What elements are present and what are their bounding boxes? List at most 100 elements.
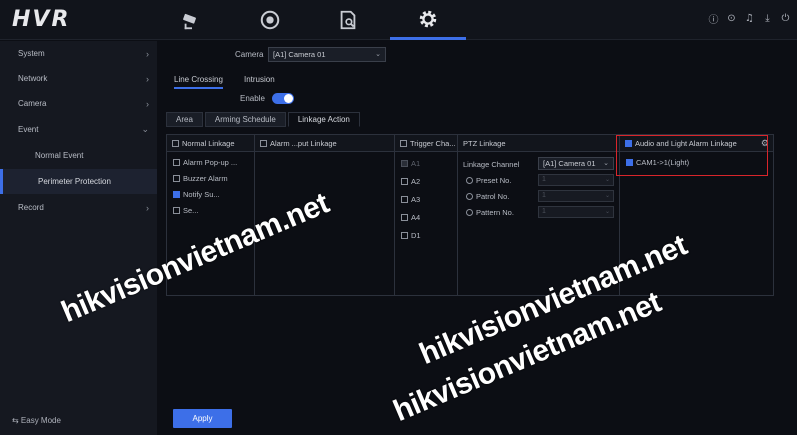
- patrol-select: 1 ⌄: [538, 190, 614, 202]
- radio-button[interactable]: [466, 176, 473, 184]
- chevron-right-icon: ›: [146, 73, 149, 84]
- pattern-row: Pattern No. 1 ⌄: [458, 205, 618, 219]
- checkbox[interactable]: [173, 158, 180, 166]
- playback-icon: [260, 10, 280, 30]
- sidebar-item-label: Network: [18, 74, 48, 83]
- subtab-area[interactable]: Area: [166, 112, 203, 127]
- alarm-popup-option[interactable]: Alarm Pop-up ...: [167, 154, 254, 170]
- preset-radio-option[interactable]: Preset No.: [466, 176, 511, 185]
- camera-select-value: [A1] Camera 01: [273, 50, 326, 59]
- apply-button[interactable]: Apply: [173, 409, 232, 428]
- linkage-channel-value: [A1] Camera 01: [543, 159, 596, 168]
- notify-surveillance-option[interactable]: Notify Su...: [167, 186, 254, 202]
- channel-a1: A1: [395, 154, 457, 172]
- channel-a2[interactable]: A2: [395, 172, 457, 190]
- easy-mode-link[interactable]: ⇆ Easy Mode: [12, 416, 61, 425]
- preset-value: 1: [542, 176, 546, 183]
- preset-select: 1 ⌄: [538, 174, 614, 186]
- channel-label: A1: [411, 158, 421, 168]
- pattern-select: 1 ⌄: [538, 206, 614, 218]
- enable-toggle[interactable]: [272, 93, 294, 104]
- nav-tab-search[interactable]: [310, 0, 386, 40]
- option-label: Alarm Pop-up ...: [183, 157, 238, 167]
- linkage-channel-select[interactable]: [A1] Camera 01 ⌄: [538, 157, 614, 170]
- chevron-down-icon: ⌄: [604, 209, 610, 215]
- bell-icon[interactable]: ♫: [744, 13, 755, 24]
- channel-label: A4: [411, 212, 421, 222]
- normal-linkage-header[interactable]: Normal Linkage: [167, 135, 254, 152]
- checkbox[interactable]: [401, 213, 408, 221]
- sidebar-item-event[interactable]: Event ⌄: [0, 117, 157, 142]
- system-icons: ⓘ ⊙ ♫ ⤓ ⏻: [708, 13, 791, 26]
- power-icon[interactable]: ⏻: [780, 13, 791, 24]
- checkbox[interactable]: [173, 206, 180, 214]
- radio-button[interactable]: [466, 192, 473, 200]
- ptz-linkage-title: PTZ Linkage: [463, 138, 506, 148]
- sidebar-item-network[interactable]: Network ›: [0, 66, 157, 91]
- sidebar-item-record[interactable]: Record ›: [0, 195, 157, 220]
- channel-label: A3: [411, 194, 421, 204]
- chevron-right-icon: ›: [146, 98, 149, 109]
- subtab-arming-schedule[interactable]: Arming Schedule: [204, 112, 286, 127]
- normal-linkage-checkbox[interactable]: [172, 139, 179, 147]
- chevron-down-icon: ⌄: [603, 160, 609, 167]
- preset-row: Preset No. 1 ⌄: [458, 173, 618, 187]
- alarm-output-header[interactable]: Alarm ...put Linkage: [255, 135, 394, 152]
- sidebar-item-normal-event[interactable]: Normal Event: [0, 143, 157, 168]
- alarm-output-title: Alarm ...put Linkage: [270, 138, 337, 148]
- normal-linkage-title: Normal Linkage: [182, 138, 235, 148]
- radio-button[interactable]: [466, 208, 473, 216]
- highlight-box: [616, 135, 768, 176]
- trigger-channel-checkbox[interactable]: [400, 139, 407, 147]
- trigger-channel-column: Trigger Cha... A1 A2 A3 A4 D1: [395, 135, 458, 295]
- sidebar-item-system[interactable]: System ›: [0, 41, 157, 66]
- channel-a4[interactable]: A4: [395, 208, 457, 226]
- sidebar-item-label: Record: [18, 203, 44, 212]
- pattern-radio-option[interactable]: Pattern No.: [466, 208, 514, 217]
- send-email-option[interactable]: Se...: [167, 202, 254, 218]
- sidebar-item-label: Event: [18, 125, 39, 134]
- trigger-channel-header[interactable]: Trigger Cha...: [395, 135, 457, 152]
- settings-circle-icon[interactable]: ⊙: [726, 13, 737, 24]
- info-icon[interactable]: ⓘ: [708, 13, 719, 26]
- chevron-down-icon: ⌄: [604, 177, 610, 183]
- sidebar-item-perimeter-protection[interactable]: Perimeter Protection: [0, 169, 157, 194]
- alarm-output-checkbox[interactable]: [260, 139, 267, 147]
- sidebar-item-label: Normal Event: [35, 151, 84, 160]
- tab-intrusion[interactable]: Intrusion: [244, 75, 275, 84]
- checkbox[interactable]: [401, 195, 408, 203]
- patrol-row: Patrol No. 1 ⌄: [458, 189, 618, 203]
- download-icon[interactable]: ⤓: [762, 13, 773, 24]
- checkbox[interactable]: [401, 177, 408, 185]
- sidebar-item-label: Perimeter Protection: [38, 177, 111, 186]
- sidebar-item-label: System: [18, 49, 45, 58]
- channel-d1[interactable]: D1: [395, 226, 457, 244]
- camera-label: Camera: [235, 50, 264, 59]
- nav-tab-configuration[interactable]: [390, 0, 466, 40]
- buzzer-alarm-option[interactable]: Buzzer Alarm: [167, 170, 254, 186]
- gear-icon: [419, 10, 437, 27]
- sidebar-item-label: Camera: [18, 99, 47, 108]
- sidebar-item-camera[interactable]: Camera ›: [0, 91, 157, 116]
- patrol-radio-option[interactable]: Patrol No.: [466, 192, 509, 201]
- option-label: Notify Su...: [183, 189, 220, 199]
- camera-select[interactable]: [A1] Camera 01 ⌄: [268, 47, 386, 62]
- ptz-linkage-header: PTZ Linkage: [458, 135, 619, 152]
- subtab-linkage-action[interactable]: Linkage Action: [287, 112, 360, 127]
- file-search-icon: [340, 10, 356, 30]
- checkbox[interactable]: [173, 174, 180, 182]
- preset-label: Preset No.: [476, 175, 512, 185]
- linkage-channel-row: Linkage Channel [A1] Camera 01 ⌄: [458, 157, 618, 171]
- tab-line-crossing[interactable]: Line Crossing: [174, 75, 223, 89]
- nav-tab-live-view[interactable]: [154, 0, 230, 40]
- option-label: Se...: [183, 205, 199, 215]
- checkbox[interactable]: [173, 190, 180, 198]
- camera-icon: [183, 13, 196, 30]
- chevron-right-icon: ›: [146, 202, 149, 213]
- sidebar: System › Network › Camera › Event ⌄ Norm…: [0, 41, 157, 435]
- channel-a3[interactable]: A3: [395, 190, 457, 208]
- pattern-label: Pattern No.: [476, 207, 514, 217]
- top-navigation-bar: HVR ⓘ ⊙ ♫ ⤓ ⏻: [0, 0, 797, 40]
- nav-tab-playback[interactable]: [232, 0, 308, 40]
- checkbox[interactable]: [401, 231, 408, 239]
